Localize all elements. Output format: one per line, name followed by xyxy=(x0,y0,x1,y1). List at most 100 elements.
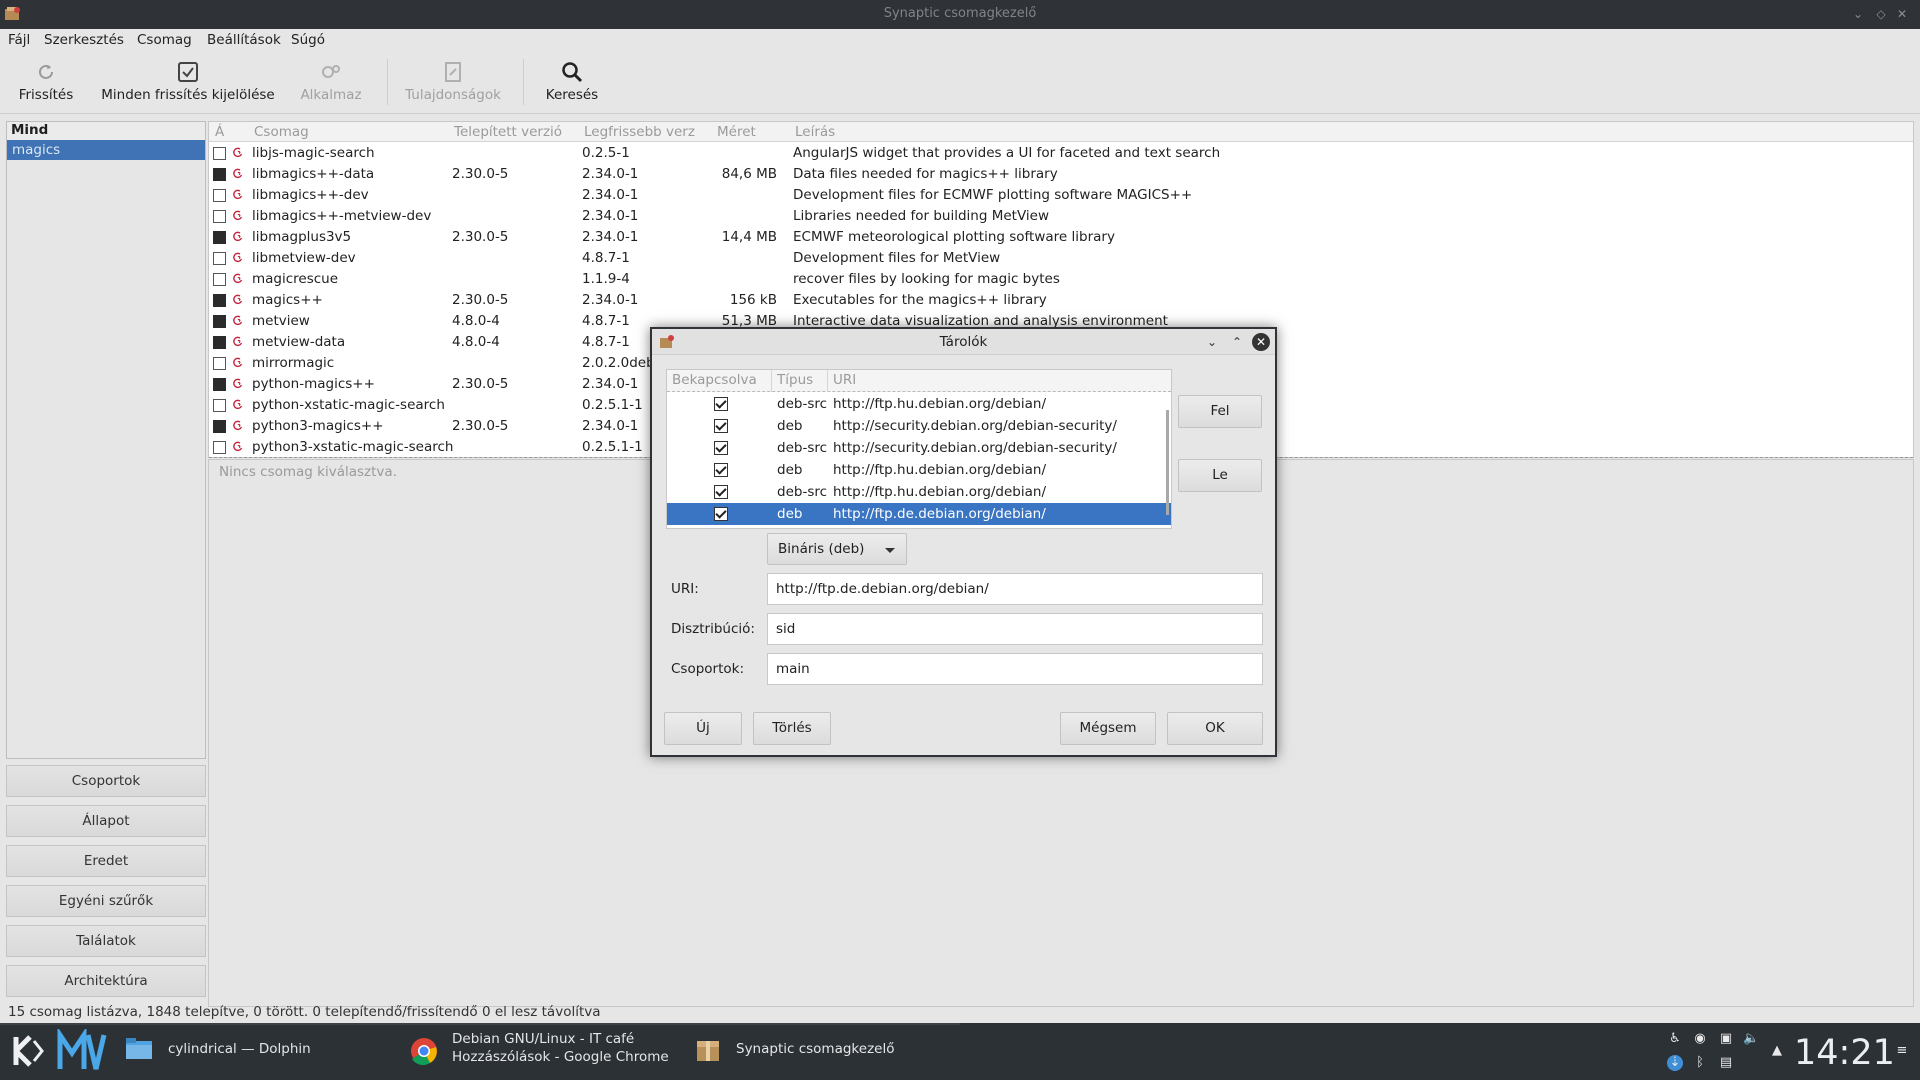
clipboard-icon[interactable]: ▤ xyxy=(1718,1055,1734,1071)
repository-list-scrollbar[interactable] xyxy=(1166,410,1169,515)
repository-row[interactable]: deb-src http://ftp.hu.debian.org/debian/ xyxy=(667,393,1171,415)
new-repo-button[interactable]: Új xyxy=(664,712,742,745)
package-checkbox[interactable] xyxy=(213,399,226,412)
package-checkbox[interactable] xyxy=(213,147,226,160)
col-latest-version[interactable]: Legfrissebb verz xyxy=(584,124,695,140)
package-checkbox[interactable] xyxy=(213,336,226,349)
bluetooth-icon[interactable]: ᛒ xyxy=(1692,1055,1708,1071)
filter-item-magics[interactable]: magics xyxy=(7,140,205,160)
table-row[interactable]: libmagics++-metview-dev 2.34.0-1 Libraries… xyxy=(209,206,1913,227)
package-checkbox[interactable] xyxy=(213,315,226,328)
dialog-maximize-icon[interactable]: ⌃ xyxy=(1228,333,1246,351)
col-type[interactable]: Típus xyxy=(777,372,813,388)
menu-file[interactable]: Fájl xyxy=(8,32,30,48)
repo-type: deb-src xyxy=(777,440,828,456)
dialog-close-icon[interactable]: ✕ xyxy=(1252,333,1270,351)
search-results-button[interactable]: Találatok xyxy=(6,925,206,957)
table-row[interactable]: libmetview-dev 4.8.7-1 Development files f… xyxy=(209,248,1913,269)
apply-button[interactable]: Alkalmaz xyxy=(296,51,366,111)
package-name: libmetview-dev xyxy=(252,250,356,266)
properties-button[interactable]: Tulajdonságok xyxy=(402,51,504,111)
col-installed-version[interactable]: Telepített verzió xyxy=(454,124,562,140)
repo-uri: http://ftp.de.debian.org/debian/ xyxy=(833,506,1046,522)
table-row[interactable]: magicrescue 1.1.9-4 recover files by looki… xyxy=(209,269,1913,290)
search-button[interactable]: Keresés xyxy=(540,51,604,111)
folder-icon xyxy=(126,1038,152,1059)
chrome-tray-icon[interactable]: ◉ xyxy=(1692,1031,1708,1047)
repo-type-select[interactable]: Bináris (deb) xyxy=(767,533,907,565)
show-hidden-icons[interactable]: ▲ xyxy=(1769,1043,1785,1059)
toolbar: Frissítés Minden frissítés kijelölése Al… xyxy=(0,51,1920,114)
col-description[interactable]: Leírás xyxy=(795,124,835,140)
clock[interactable]: 14:21 xyxy=(1794,1033,1895,1073)
custom-filters-button[interactable]: Egyéni szűrők xyxy=(6,885,206,917)
maximize-icon[interactable]: ◇ xyxy=(1872,5,1890,23)
menu-package[interactable]: Csomag xyxy=(137,32,192,48)
repo-type-value: Bináris (deb) xyxy=(778,541,865,557)
panel-menu-icon[interactable]: ≡ xyxy=(1894,1043,1910,1059)
col-enabled[interactable]: Bekapcsolva xyxy=(672,372,757,388)
refresh-button[interactable]: Frissítés xyxy=(12,51,80,111)
status-button[interactable]: Állapot xyxy=(6,805,206,837)
col-package[interactable]: Csomag xyxy=(254,124,309,140)
sections-button[interactable]: Csoportok xyxy=(6,765,206,797)
repo-enabled-checkbox[interactable] xyxy=(714,419,728,433)
repository-row[interactable]: deb http://ftp.hu.debian.org/debian/ xyxy=(667,459,1171,481)
package-checkbox[interactable] xyxy=(213,189,226,202)
minimize-icon[interactable]: ⌄ xyxy=(1849,5,1867,23)
table-row[interactable]: libjs-magic-search 0.2.5-1 AngularJS widge… xyxy=(209,143,1913,164)
volume-icon[interactable]: 🔈 xyxy=(1743,1031,1759,1047)
package-checkbox[interactable] xyxy=(213,210,226,223)
package-checkbox[interactable] xyxy=(213,378,226,391)
kde-menu-icon[interactable] xyxy=(8,1031,48,1071)
repository-row[interactable]: deb http://security.debian.org/debian-sec… xyxy=(667,415,1171,437)
repo-enabled-checkbox[interactable] xyxy=(714,485,728,499)
package-checkbox[interactable] xyxy=(213,294,226,307)
col-size[interactable]: Méret xyxy=(717,124,756,140)
repo-enabled-checkbox[interactable] xyxy=(714,441,728,455)
menu-settings[interactable]: Beállítások xyxy=(207,32,281,48)
cancel-button[interactable]: Mégsem xyxy=(1060,712,1156,745)
components-field[interactable]: main xyxy=(767,653,1263,685)
package-name: python3-xstatic-magic-search xyxy=(252,439,454,455)
dialog-minimize-icon[interactable]: ⌄ xyxy=(1203,333,1221,351)
distribution-field[interactable]: sid xyxy=(767,613,1263,645)
repo-enabled-checkbox[interactable] xyxy=(714,507,728,521)
architecture-button[interactable]: Architektúra xyxy=(6,965,206,997)
package-checkbox[interactable] xyxy=(213,231,226,244)
move-down-button[interactable]: Le xyxy=(1178,459,1262,492)
package-checkbox[interactable] xyxy=(213,441,226,454)
col-uri[interactable]: URI xyxy=(833,372,856,388)
table-row[interactable]: libmagics++-data 2.30.0-5 2.34.0-1 84,6 MB D… xyxy=(209,164,1913,185)
launcher-icon[interactable] xyxy=(56,1029,108,1073)
accessibility-icon[interactable]: ♿ xyxy=(1667,1031,1683,1047)
package-checkbox[interactable] xyxy=(213,357,226,370)
repository-row[interactable]: deb http://ftp.de.debian.org/debian/ xyxy=(667,503,1171,525)
package-checkbox[interactable] xyxy=(213,420,226,433)
uri-field[interactable]: http://ftp.de.debian.org/debian/ xyxy=(767,573,1263,605)
delete-repo-button[interactable]: Törlés xyxy=(753,712,831,745)
mark-all-upgrades-button[interactable]: Minden frissítés kijelölése xyxy=(100,51,276,111)
menu-edit[interactable]: Szerkesztés xyxy=(44,32,124,48)
repository-row[interactable]: deb-src http://ftp.hu.debian.org/debian/ xyxy=(667,481,1171,503)
repository-row[interactable]: deb-src http://security.debian.org/debian… xyxy=(667,437,1171,459)
table-row[interactable]: libmagics++-dev 2.34.0-1 Development files… xyxy=(209,185,1913,206)
package-checkbox[interactable] xyxy=(213,252,226,265)
col-status[interactable]: Á xyxy=(215,124,224,140)
apply-label: Alkalmaz xyxy=(300,87,362,103)
close-icon[interactable]: ✕ xyxy=(1893,5,1911,23)
ok-button[interactable]: OK xyxy=(1167,712,1263,745)
network-icon[interactable]: ▣ xyxy=(1718,1031,1734,1047)
origin-button[interactable]: Eredet xyxy=(6,845,206,877)
move-up-button[interactable]: Fel xyxy=(1178,395,1262,428)
repo-enabled-checkbox[interactable] xyxy=(714,397,728,411)
package-checkbox[interactable] xyxy=(213,168,226,181)
table-row[interactable]: libmagplus3v5 2.30.0-5 2.34.0-1 14,4 MB ECMW… xyxy=(209,227,1913,248)
latest-version: 0.2.5-1 xyxy=(582,145,630,161)
package-checkbox[interactable] xyxy=(213,273,226,286)
table-row[interactable]: magics++ 2.30.0-5 2.34.0-1 156 kB Executable… xyxy=(209,290,1913,311)
menu-help[interactable]: Súgó xyxy=(291,32,325,48)
package-manager-icon xyxy=(697,1041,719,1061)
repo-enabled-checkbox[interactable] xyxy=(714,463,728,477)
update-notifier-icon[interactable]: ⇣ xyxy=(1667,1055,1683,1071)
